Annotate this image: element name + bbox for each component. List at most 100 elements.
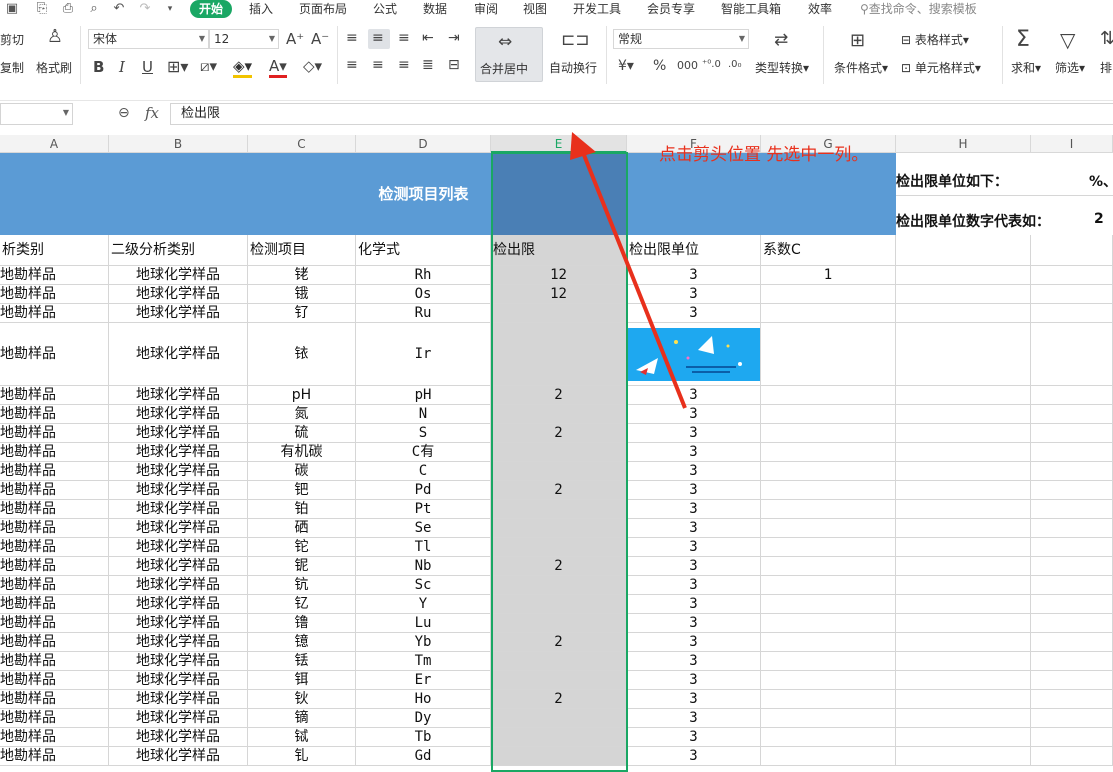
cell-secondary-type[interactable]: 地球化学样品 <box>109 405 248 424</box>
type-convert-icon[interactable]: ⇄ <box>774 30 788 50</box>
cell-empty[interactable] <box>1031 443 1113 462</box>
font-color-icon[interactable]: A▾ <box>269 57 287 78</box>
cell-secondary-type[interactable]: 地球化学样品 <box>109 728 248 747</box>
column-header-b[interactable]: B <box>109 135 248 153</box>
cell-empty[interactable] <box>1031 323 1113 386</box>
cell-test-item[interactable]: 钪 <box>248 576 356 595</box>
cell-empty[interactable] <box>896 633 1031 652</box>
cell-coefficient[interactable] <box>761 709 896 728</box>
cell-detection-limit[interactable]: 2 <box>491 633 627 652</box>
cell-analysis-type[interactable]: 地勘样品 <box>0 285 109 304</box>
cell-test-item[interactable]: 镥 <box>248 614 356 633</box>
cell-empty[interactable] <box>896 557 1031 576</box>
cell-detection-limit[interactable]: 2 <box>491 481 627 500</box>
merge-center-button[interactable]: ⇔ 合并居中 <box>475 27 543 82</box>
cell-detection-limit[interactable]: 2 <box>491 557 627 576</box>
column-header-h[interactable]: H <box>896 135 1031 153</box>
cell-analysis-type[interactable]: 地勘样品 <box>0 709 109 728</box>
cell-analysis-type[interactable]: 地勘样品 <box>0 671 109 690</box>
cell-formula[interactable]: Ho <box>356 690 491 709</box>
cell-limit-unit[interactable]: 3 <box>627 538 761 557</box>
cell-empty[interactable] <box>896 405 1031 424</box>
cell-formula[interactable]: C有 <box>356 443 491 462</box>
cell-coefficient[interactable] <box>761 462 896 481</box>
cell-limit-unit[interactable]: 3 <box>627 576 761 595</box>
cell-empty[interactable] <box>896 481 1031 500</box>
align-bottom-icon[interactable]: ≡ <box>398 30 410 46</box>
cell-empty[interactable] <box>1031 266 1113 285</box>
tab-page-layout[interactable]: 页面布局 <box>299 1 347 17</box>
cell-empty[interactable] <box>1031 709 1113 728</box>
cell-empty[interactable] <box>896 538 1031 557</box>
cell-empty[interactable] <box>896 728 1031 747</box>
cell-test-item[interactable]: 钬 <box>248 690 356 709</box>
cell-empty[interactable] <box>1031 405 1113 424</box>
header-cell-formula[interactable]: 化学式 <box>356 235 491 266</box>
formula-input[interactable]: 检出限 <box>170 103 1113 125</box>
sum-button[interactable]: 求和▾ <box>1011 61 1041 75</box>
cell-test-item[interactable]: pH <box>248 386 356 405</box>
cell-test-item[interactable]: 钌 <box>248 304 356 323</box>
cell-limit-unit[interactable]: 3 <box>627 633 761 652</box>
cell-empty[interactable] <box>896 386 1031 405</box>
cell-coefficient[interactable] <box>761 747 896 766</box>
cell-empty[interactable] <box>896 652 1031 671</box>
align-center-icon[interactable]: ≡ <box>372 57 384 73</box>
cell-coefficient[interactable] <box>761 595 896 614</box>
cell-empty[interactable] <box>896 747 1031 766</box>
print-preview-icon[interactable]: ⌕ <box>86 1 102 17</box>
cell-formula[interactable]: Se <box>356 519 491 538</box>
cell-limit-unit[interactable]: 3 <box>627 500 761 519</box>
cell-secondary-type[interactable]: 地球化学样品 <box>109 386 248 405</box>
cell-analysis-type[interactable]: 地勘样品 <box>0 500 109 519</box>
cell-analysis-type[interactable]: 地勘样品 <box>0 266 109 285</box>
zoom-icon[interactable]: ⊖ <box>118 105 130 121</box>
cell-detection-limit[interactable] <box>491 747 627 766</box>
align-top-icon[interactable]: ≡ <box>346 30 358 46</box>
cell-secondary-type[interactable]: 地球化学样品 <box>109 709 248 728</box>
cell-formula[interactable]: Yb <box>356 633 491 652</box>
more-icon[interactable]: ▾ <box>162 1 178 17</box>
cell-empty[interactable] <box>1031 500 1113 519</box>
cell-secondary-type[interactable]: 地球化学样品 <box>109 266 248 285</box>
type-convert-button[interactable]: 类型转换▾ <box>755 61 809 75</box>
cell-empty[interactable] <box>1031 576 1113 595</box>
cell-type-icon[interactable]: ⧄▾ <box>200 57 217 75</box>
cell-coefficient[interactable]: 1 <box>761 266 896 285</box>
cell-analysis-type[interactable]: 地勘样品 <box>0 386 109 405</box>
redo-icon[interactable]: ↷ <box>137 1 153 17</box>
cell-analysis-type[interactable]: 地勘样品 <box>0 481 109 500</box>
cell-coefficient[interactable] <box>761 304 896 323</box>
cell-secondary-type[interactable]: 地球化学样品 <box>109 652 248 671</box>
cell-detection-limit[interactable] <box>491 462 627 481</box>
cell-analysis-type[interactable]: 地勘样品 <box>0 557 109 576</box>
header-cell-empty[interactable] <box>896 235 1031 266</box>
font-name-select[interactable]: 宋体 ▼ <box>88 29 209 49</box>
cell-formula[interactable]: Y <box>356 595 491 614</box>
cell-coefficient[interactable] <box>761 443 896 462</box>
cell-secondary-type[interactable]: 地球化学样品 <box>109 443 248 462</box>
cell-secondary-type[interactable]: 地球化学样品 <box>109 690 248 709</box>
cell-limit-unit[interactable]: 3 <box>627 652 761 671</box>
cell-empty[interactable] <box>1031 386 1113 405</box>
align-left-icon[interactable]: ≡ <box>346 57 358 73</box>
cell-empty[interactable] <box>896 595 1031 614</box>
cell-formula[interactable]: Lu <box>356 614 491 633</box>
note-unit-code-value[interactable]: 2 <box>1094 211 1104 227</box>
cell-test-item[interactable]: 铂 <box>248 500 356 519</box>
tab-efficiency[interactable]: 效率 <box>808 1 832 17</box>
cell-analysis-type[interactable]: 地勘样品 <box>0 652 109 671</box>
cell-analysis-type[interactable]: 地勘样品 <box>0 304 109 323</box>
cell-empty[interactable] <box>896 519 1031 538</box>
number-format-select[interactable]: 常规 ▼ <box>613 29 749 49</box>
tab-review[interactable]: 审阅 <box>474 1 498 17</box>
cell-limit-unit[interactable]: 3 <box>627 557 761 576</box>
column-header-i[interactable]: I <box>1031 135 1113 153</box>
cell-formula[interactable]: C <box>356 462 491 481</box>
cell-empty[interactable] <box>896 614 1031 633</box>
cell-test-item[interactable]: 镝 <box>248 709 356 728</box>
cell-detection-limit[interactable] <box>491 728 627 747</box>
cell-secondary-type[interactable]: 地球化学样品 <box>109 323 248 386</box>
cell-test-item[interactable]: 镱 <box>248 633 356 652</box>
cell-limit-unit[interactable]: 3 <box>627 728 761 747</box>
